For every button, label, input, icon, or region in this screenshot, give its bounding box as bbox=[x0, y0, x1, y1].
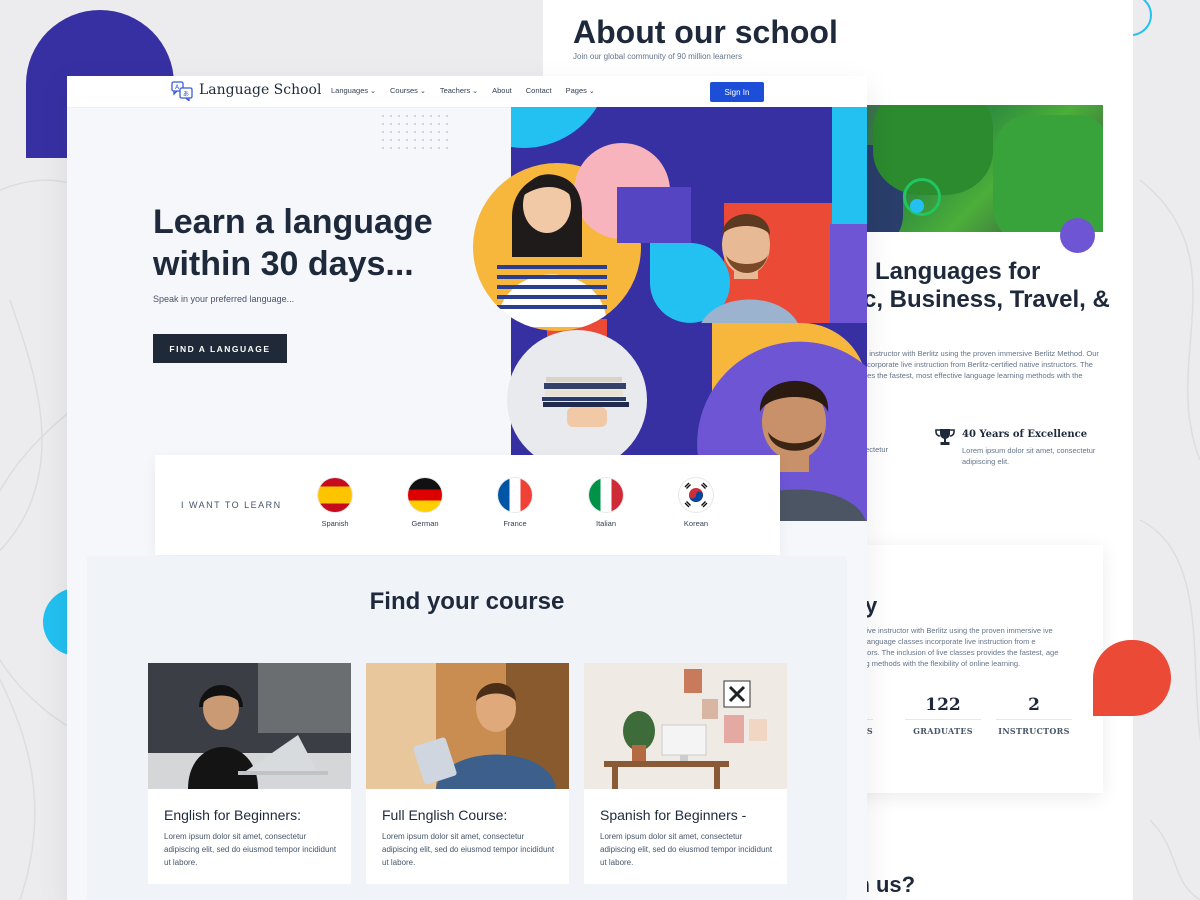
course-title[interactable]: Full English Course: bbox=[382, 807, 507, 823]
course-image bbox=[148, 663, 351, 789]
about-subtitle: Join our global community of 90 million … bbox=[573, 52, 742, 61]
logo-text[interactable]: Language School bbox=[199, 82, 321, 98]
nav-item-teachers[interactable]: Teachers ⌄ bbox=[440, 86, 478, 95]
decorative-red-shape bbox=[1093, 640, 1171, 716]
courses-title: Find your course bbox=[369, 588, 565, 615]
languages-heading: Languages for c, Business, Travel, & bbox=[863, 258, 1110, 314]
about-title: About our school bbox=[573, 14, 838, 50]
course-card[interactable]: Full English Course: Lorem ipsum dolor s… bbox=[366, 663, 569, 884]
heading-line-2: c, Business, Travel, & bbox=[863, 286, 1110, 313]
history-text: with a live instructor with Berlitz usin… bbox=[843, 626, 1059, 668]
italy-flag-icon bbox=[589, 478, 623, 512]
language-name: France bbox=[503, 519, 527, 528]
decorative-dot bbox=[1060, 218, 1095, 253]
stat-item: 2 INSTRUCTORS bbox=[996, 695, 1072, 736]
hero-subtitle: Speak in your preferred language... bbox=[153, 294, 295, 304]
stat-item: 122 GRADUATES bbox=[905, 695, 981, 736]
svg-text:A: A bbox=[175, 84, 180, 91]
course-image bbox=[366, 663, 569, 789]
nav-item-pages[interactable]: Pages ⌄ bbox=[566, 86, 595, 95]
france-flag-icon bbox=[498, 478, 532, 512]
decorative-dot-grid bbox=[379, 112, 451, 152]
chevron-down-icon: ⌄ bbox=[370, 88, 376, 95]
course-card[interactable]: English for Beginners: Lorem ipsum dolor… bbox=[148, 663, 351, 884]
course-description: Lorem ipsum dolor sit amet, consectetur … bbox=[164, 832, 337, 867]
chevron-down-icon: ⌄ bbox=[419, 88, 426, 95]
language-name: Spanish bbox=[321, 519, 349, 528]
language-name: Italian bbox=[595, 519, 616, 528]
nav-label: Courses bbox=[390, 86, 418, 95]
logo-icon: A あ bbox=[171, 81, 193, 101]
germany-flag-icon bbox=[408, 478, 442, 512]
about-photo bbox=[843, 105, 1103, 232]
language-option-italian[interactable]: Italian bbox=[576, 478, 636, 528]
nav-label: Contact bbox=[525, 86, 552, 95]
feature-title: 40 Years of Excellence bbox=[962, 429, 1088, 440]
chevron-down-icon: ⌄ bbox=[472, 88, 479, 95]
heading-line-1: Languages for bbox=[875, 258, 1041, 285]
home-page-preview: A あ Language School Languages ⌄ Courses ⌄ … bbox=[67, 76, 867, 900]
nav-item-courses[interactable]: Courses ⌄ bbox=[390, 86, 426, 95]
language-option-france[interactable]: France bbox=[485, 478, 545, 528]
nav-label: About bbox=[492, 86, 512, 95]
korea-flag-icon bbox=[679, 478, 713, 512]
nav-menu: Languages ⌄ Courses ⌄ Teachers ⌄ About Cont… bbox=[331, 86, 595, 95]
stat-value: 122 bbox=[925, 695, 961, 715]
nav-item-contact[interactable]: Contact bbox=[526, 86, 552, 95]
hero-title: Learn a language within 30 days... bbox=[153, 203, 433, 283]
language-option-german[interactable]: German bbox=[395, 478, 455, 528]
learn-label: I WANT TO LEARN bbox=[181, 500, 282, 510]
course-description: Lorem ipsum dolor sit amet, consectetur … bbox=[382, 832, 555, 867]
navbar: A あ Language School Languages ⌄ Courses ⌄ … bbox=[67, 76, 867, 108]
nav-item-languages[interactable]: Languages ⌄ bbox=[331, 86, 376, 95]
course-title[interactable]: English for Beginners: bbox=[164, 807, 301, 823]
courses-section: Find your course English for Beginners: … bbox=[87, 556, 847, 900]
language-picker: I WANT TO LEARN Spanish German France It… bbox=[155, 455, 780, 555]
nav-label: Teachers bbox=[439, 86, 471, 95]
language-name: German bbox=[411, 519, 439, 528]
history-card: ory with a live instructor with Berlitz … bbox=[797, 545, 1103, 793]
nav-label: Languages bbox=[331, 86, 369, 95]
course-card[interactable]: Spanish for Beginners - Lorem ipsum dolo… bbox=[584, 663, 787, 884]
spain-flag-icon bbox=[318, 478, 352, 512]
language-option-korean[interactable]: Korean bbox=[666, 478, 726, 528]
course-description: Lorem ipsum dolor sit amet, consectetur … bbox=[600, 832, 773, 867]
languages-paragraph: e instructor with Berlitz using the prov… bbox=[863, 349, 1099, 380]
nav-label: Pages bbox=[565, 86, 587, 95]
language-name: Korean bbox=[683, 519, 709, 528]
stat-label: INSTRUCTORS bbox=[998, 726, 1070, 736]
sign-in-button[interactable]: Sign In bbox=[710, 82, 764, 102]
stat-label: GRADUATES bbox=[913, 726, 973, 736]
find-language-button[interactable]: FIND A LANGUAGE bbox=[153, 334, 287, 363]
feature-text: Lorem ipsum dolor sit amet, consectetur … bbox=[962, 446, 1096, 466]
nav-item-about[interactable]: About bbox=[492, 86, 512, 95]
language-option-spanish[interactable]: Spanish bbox=[305, 478, 365, 528]
chevron-down-icon: ⌄ bbox=[588, 88, 595, 95]
course-title[interactable]: Spanish for Beginners - bbox=[600, 807, 746, 823]
trophy-icon bbox=[935, 429, 955, 445]
svg-text:あ: あ bbox=[183, 91, 189, 98]
stat-value: 2 bbox=[1028, 695, 1040, 715]
course-image bbox=[584, 663, 787, 789]
